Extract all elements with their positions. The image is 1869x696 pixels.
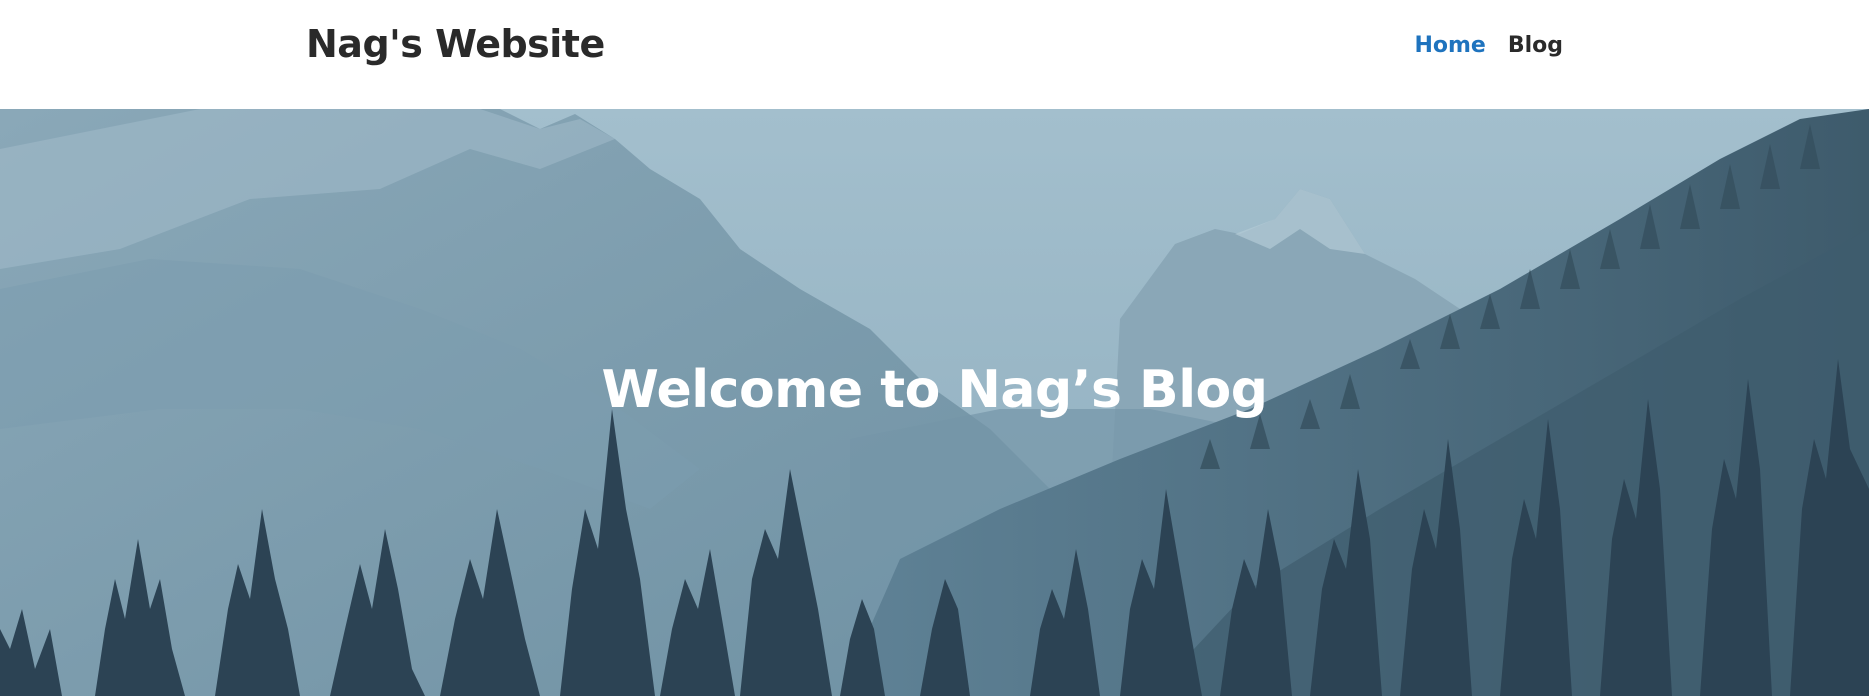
site-header: Nag's Website Home Blog [0, 0, 1869, 109]
main-nav: Home Blog [1414, 33, 1563, 58]
site-title-link[interactable]: Nag's Website [306, 22, 605, 66]
hero-title: Welcome to Nag’s Blog [601, 360, 1268, 420]
nav-item-blog[interactable]: Blog [1508, 33, 1563, 58]
nav-item-home[interactable]: Home [1414, 33, 1485, 58]
hero-banner: Welcome to Nag’s Blog [0, 109, 1869, 696]
